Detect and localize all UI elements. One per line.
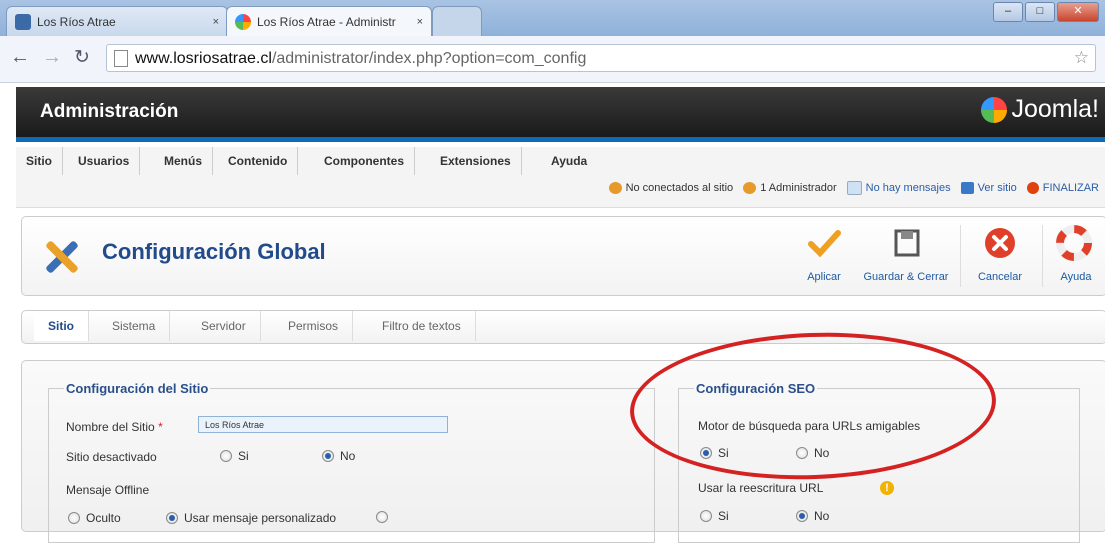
offline-yes-radio[interactable]: Si	[220, 449, 249, 463]
close-tab-icon[interactable]: ×	[417, 16, 423, 28]
radio-icon	[700, 510, 712, 522]
menu-usuarios[interactable]: Usuarios	[68, 147, 141, 175]
monitor-icon	[960, 182, 974, 194]
radio-icon	[376, 511, 388, 523]
url-bar[interactable]: www.losriosatrae.cl/administrator/index.…	[106, 44, 1096, 72]
browser-tab-active[interactable]: Los Ríos Atrae - Administr ×	[226, 6, 432, 36]
offline-other-radio[interactable]	[376, 511, 394, 523]
lifebuoy-icon	[1056, 225, 1092, 261]
cancel-x-icon	[985, 228, 1015, 258]
window-controls: – □ ✕	[991, 2, 1099, 22]
admin-header: Administración Joomla!	[16, 87, 1105, 142]
menu-sitio[interactable]: Sitio	[16, 147, 63, 175]
tab-filtro-textos[interactable]: Filtro de textos	[368, 311, 476, 341]
joomla-favicon-icon	[235, 13, 251, 30]
tab-label: Los Ríos Atrae	[37, 14, 116, 29]
status-messages[interactable]: No hay mensajes	[846, 181, 951, 195]
joomla-logo-icon	[981, 96, 1008, 123]
minimize-icon[interactable]: –	[993, 2, 1023, 22]
offline-no-radio[interactable]: No	[322, 449, 355, 463]
site-name-label: Nombre del Sitio *	[66, 420, 163, 434]
page-toolbar: Configuración Global Aplicar Guardar & C…	[21, 216, 1105, 296]
site-config-legend: Configuración del Sitio	[66, 381, 209, 396]
check-icon	[808, 230, 841, 258]
required-mark: *	[158, 420, 163, 434]
radio-selected-icon	[322, 450, 334, 462]
config-tabs: Sitio Sistema Servidor Permisos Filtro d…	[21, 310, 1105, 344]
maximize-icon[interactable]: □	[1025, 2, 1055, 22]
users-icon	[608, 182, 622, 194]
logout-icon	[1026, 182, 1039, 194]
status-view-site[interactable]: Ver sitio	[960, 182, 1017, 194]
new-tab-button[interactable]	[432, 6, 482, 36]
radio-icon	[68, 512, 80, 524]
forward-arrow-icon[interactable]: →	[42, 46, 62, 69]
offline-message-label: Mensaje Offline	[66, 483, 150, 497]
apply-button[interactable]: Aplicar	[792, 225, 856, 283]
tab-label: Los Ríos Atrae - Administr	[257, 14, 396, 29]
menu-contenido[interactable]: Contenido	[218, 147, 299, 175]
admin-title: Administración	[40, 101, 179, 122]
status-logout[interactable]: FINALIZAR	[1026, 182, 1099, 194]
tab-servidor[interactable]: Servidor	[187, 311, 261, 341]
joomla-logo: Joomla!	[981, 95, 1099, 124]
tab-sitio[interactable]: Sitio	[34, 311, 89, 341]
close-tab-icon[interactable]: ×	[213, 16, 219, 28]
save-close-button[interactable]: Guardar & Cerrar	[864, 225, 948, 283]
url-text: www.losriosatrae.cl/administrator/index.…	[135, 50, 586, 68]
site-favicon-icon	[15, 13, 31, 30]
radio-selected-icon	[166, 512, 178, 524]
status-admins: 1 Administrador	[743, 182, 837, 194]
browser-tab-bar: Los Ríos Atrae × Los Ríos Atrae - Admini…	[0, 0, 1105, 36]
save-icon	[894, 229, 920, 257]
admin-icon	[743, 182, 757, 194]
status-not-connected: No conectados al sitio	[608, 182, 733, 194]
menu-extensiones[interactable]: Extensiones	[430, 147, 522, 175]
site-name-input[interactable]: Los Ríos Atrae	[198, 416, 448, 433]
page-icon	[114, 50, 128, 67]
help-button[interactable]: Ayuda	[1044, 225, 1104, 283]
offline-hidden-radio[interactable]: Oculto	[68, 511, 121, 525]
tab-sistema[interactable]: Sistema	[98, 311, 171, 341]
radio-selected-icon	[796, 510, 808, 522]
offline-custom-radio[interactable]: Usar mensaje personalizado	[166, 511, 336, 525]
back-arrow-icon[interactable]: ←	[10, 46, 30, 69]
close-window-icon[interactable]: ✕	[1057, 2, 1099, 22]
tools-icon	[40, 235, 84, 279]
admin-menu-bar: Sitio Usuarios Menús Contenido Component…	[16, 147, 1105, 208]
url-rewrite-label: Usar la reescritura URL	[698, 481, 824, 495]
save-close-label: Guardar & Cerrar	[863, 271, 949, 283]
cancel-button[interactable]: Cancelar	[968, 225, 1032, 283]
mail-icon	[846, 181, 862, 195]
help-label: Ayuda	[1060, 271, 1092, 283]
status-bar: No conectados al sitio 1 Administrador N…	[599, 181, 1099, 195]
bookmark-star-icon[interactable]: ☆	[1074, 48, 1089, 68]
page-title: Configuración Global	[102, 239, 326, 264]
url-path: /administrator/index.php?option=com_conf…	[271, 50, 587, 67]
radio-icon	[220, 450, 232, 462]
reload-icon[interactable]: ↻	[74, 46, 90, 69]
offline-label: Sitio desactivado	[66, 450, 157, 464]
tab-permisos[interactable]: Permisos	[274, 311, 354, 341]
browser-tab[interactable]: Los Ríos Atrae ×	[6, 6, 228, 36]
rewrite-no-radio[interactable]: No	[796, 509, 829, 523]
menu-componentes[interactable]: Componentes	[314, 147, 416, 175]
url-host: www.losriosatrae.cl	[135, 50, 272, 67]
joomla-logo-text: Joomla!	[1011, 95, 1099, 123]
menu-menus[interactable]: Menús	[154, 147, 214, 175]
browser-toolbar: ← → ↻ www.losriosatrae.cl/administrator/…	[0, 36, 1105, 83]
warning-icon[interactable]: !	[880, 481, 894, 495]
menu-ayuda[interactable]: Ayuda	[541, 147, 597, 175]
rewrite-yes-radio[interactable]: Si	[700, 509, 729, 523]
